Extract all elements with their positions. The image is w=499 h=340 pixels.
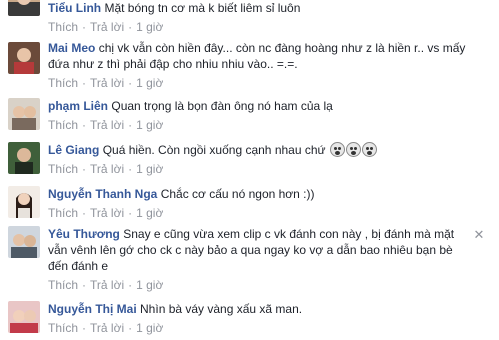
comment-time[interactable]: 1 giờ	[136, 278, 163, 292]
avatar[interactable]	[8, 142, 40, 174]
separator: ·	[128, 278, 133, 292]
reply-link[interactable]: Trả lời	[90, 76, 124, 90]
separator: ·	[128, 20, 133, 34]
separator: ·	[82, 118, 87, 132]
reply-link[interactable]: Trả lời	[90, 321, 124, 335]
reply-link[interactable]: Trả lời	[90, 162, 124, 176]
shocked-emoji-icon	[329, 142, 345, 157]
avatar[interactable]	[8, 42, 40, 74]
comment-time[interactable]: 1 giờ	[136, 321, 163, 335]
separator: ·	[82, 321, 87, 335]
comment-author[interactable]: Lê Giang	[48, 143, 99, 157]
comment-author[interactable]: phạm Liên	[48, 99, 108, 113]
reply-link[interactable]: Trả lời	[90, 20, 124, 34]
shocked-emoji-icon	[345, 142, 361, 157]
comment-actions: Thích · Trả lời · 1 giờ	[48, 117, 469, 133]
comment-actions: Thích · Trả lời · 1 giờ	[48, 320, 469, 336]
avatar[interactable]	[8, 301, 40, 333]
comment-text: Nhìn bà váy vàng xấu xã man.	[140, 302, 303, 316]
avatar[interactable]	[8, 226, 40, 258]
comment-actions: Thích · Trả lời · 1 giờ	[48, 161, 469, 177]
comment-time[interactable]: 1 giờ	[136, 20, 163, 34]
like-link[interactable]: Thích	[48, 20, 78, 34]
comment-time[interactable]: 1 giờ	[136, 206, 163, 220]
comment-actions: Thích · Trả lời · 1 giờ	[48, 205, 469, 221]
avatar[interactable]	[8, 186, 40, 218]
separator: ·	[82, 76, 87, 90]
separator: ·	[128, 76, 133, 90]
comment-time[interactable]: 1 giờ	[136, 162, 163, 176]
comment-author[interactable]: Nguyễn Thị Mai	[48, 302, 137, 316]
comment-actions: Thích · Trả lời · 1 giờ	[48, 277, 469, 293]
separator: ·	[128, 162, 133, 176]
like-link[interactable]: Thích	[48, 118, 78, 132]
comment-text: Quan trọng là bọn đàn ông nó ham của lạ	[111, 99, 333, 113]
avatar[interactable]	[8, 98, 40, 130]
separator: ·	[128, 118, 133, 132]
like-link[interactable]: Thích	[48, 278, 78, 292]
like-link[interactable]: Thích	[48, 321, 78, 335]
reply-link[interactable]: Trả lời	[90, 206, 124, 220]
close-icon[interactable]: ✕	[473, 228, 485, 241]
comment-time[interactable]: 1 giờ	[136, 76, 163, 90]
comment-text: Mặt bóng tn cơ mà k biết liêm sỉ luôn	[104, 1, 301, 15]
comment-actions: Thích · Trả lời · 1 giờ	[48, 19, 469, 35]
comment-author[interactable]: Tiểu Linh	[48, 1, 101, 15]
like-link[interactable]: Thích	[48, 206, 78, 220]
avatar[interactable]	[8, 0, 40, 16]
comment-text: chị vk vẫn còn hiền đây... còn nc đàng h…	[48, 41, 466, 71]
separator: ·	[128, 321, 133, 335]
separator: ·	[82, 278, 87, 292]
comment-author[interactable]: Mai Meo	[48, 41, 95, 55]
separator: ·	[82, 20, 87, 34]
separator: ·	[82, 162, 87, 176]
comment-author[interactable]: Nguyễn Thanh Nga	[48, 187, 157, 201]
separator: ·	[128, 206, 133, 220]
comment-text: Chắc cơ cấu nó ngon hơn :))	[160, 187, 315, 201]
shocked-emoji-icon	[361, 142, 377, 157]
comment-text: Quá hiền. Còn ngồi xuống cạnh nhau chứ	[102, 143, 326, 157]
comment-author[interactable]: Yêu Thương	[48, 227, 120, 241]
like-link[interactable]: Thích	[48, 76, 78, 90]
comment-time[interactable]: 1 giờ	[136, 118, 163, 132]
like-link[interactable]: Thích	[48, 162, 78, 176]
comment-actions: Thích · Trả lời · 1 giờ	[48, 75, 469, 91]
separator: ·	[82, 206, 87, 220]
reply-link[interactable]: Trả lời	[90, 118, 124, 132]
reply-link[interactable]: Trả lời	[90, 278, 124, 292]
